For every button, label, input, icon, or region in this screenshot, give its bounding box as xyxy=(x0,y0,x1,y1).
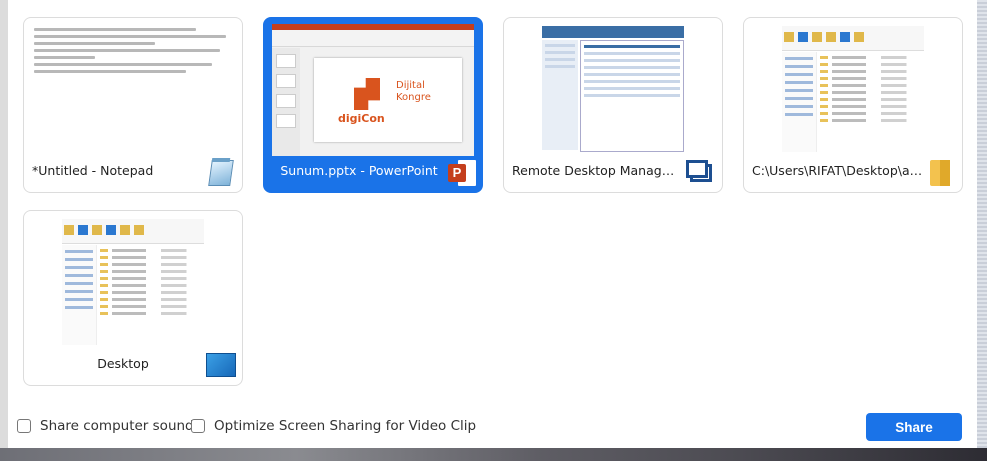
optimize-video-checkbox[interactable] xyxy=(191,419,205,433)
share-computer-sound-option[interactable]: Share computer sound xyxy=(17,418,194,434)
optimize-video-option[interactable]: Optimize Screen Sharing for Video Clip xyxy=(191,418,476,434)
background-strip xyxy=(0,448,987,461)
window-thumbnail xyxy=(512,24,714,156)
slide-brand-left: digiCon xyxy=(338,112,385,125)
window-tile-notepad[interactable]: *Untitled - Notepad xyxy=(23,17,243,193)
notepad-icon xyxy=(206,158,234,186)
share-computer-sound-label: Share computer sound xyxy=(40,418,194,434)
right-scroll-edge xyxy=(977,0,987,450)
digicon-logo-icon xyxy=(354,78,380,110)
window-thumbnail: digiCon Dijital Kongre xyxy=(272,24,474,156)
window-tile-powerpoint[interactable]: digiCon Dijital Kongre Sunum.pptx - Powe… xyxy=(263,17,483,193)
window-title: Sunum.pptx - PowerPoint xyxy=(280,163,438,178)
ribbon xyxy=(272,24,474,47)
window-tile-explorer-arkadyas[interactable]: C:\Users\RIFAT\Desktop\arkadyas xyxy=(743,17,963,193)
desktop-icon xyxy=(206,353,236,381)
share-computer-sound-checkbox[interactable] xyxy=(17,419,31,433)
share-button[interactable]: Share xyxy=(866,413,962,441)
window-title: Remote Desktop Manager Free [... xyxy=(512,163,680,178)
window-title: *Untitled - Notepad xyxy=(32,163,154,178)
window-thumbnail xyxy=(32,217,234,349)
left-border xyxy=(0,0,8,450)
optimize-video-label: Optimize Screen Sharing for Video Clip xyxy=(214,418,477,434)
window-thumbnail xyxy=(752,24,954,156)
powerpoint-icon: P xyxy=(448,158,476,186)
window-title: C:\Users\RIFAT\Desktop\arkadyas xyxy=(752,163,926,178)
slide-preview: digiCon Dijital Kongre xyxy=(314,58,462,142)
window-tile-remote-desktop-manager[interactable]: Remote Desktop Manager Free [... xyxy=(503,17,723,193)
slide-brand-right: Dijital Kongre xyxy=(396,80,431,103)
window-title: Desktop xyxy=(97,356,149,371)
window-tile-desktop[interactable]: Desktop xyxy=(23,210,243,386)
folder-icon xyxy=(928,158,956,186)
remote-desktop-manager-icon xyxy=(686,158,714,186)
slide-panel xyxy=(272,48,300,156)
window-thumbnail xyxy=(32,24,234,156)
